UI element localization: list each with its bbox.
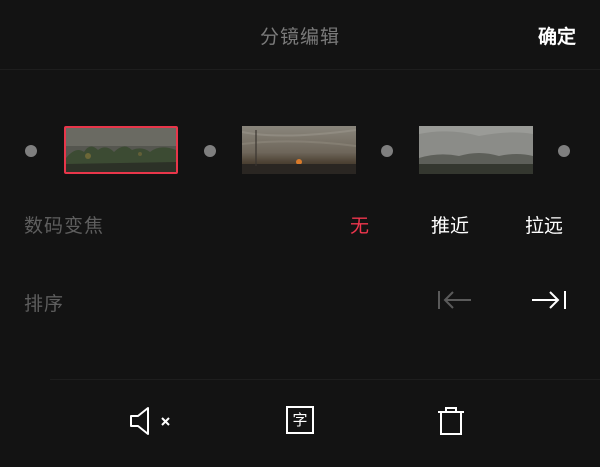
speaker-mute-icon[interactable] [128,406,174,440]
clip-strip [0,126,600,174]
insert-point-dot[interactable] [204,145,216,157]
clip-thumbnail-3[interactable] [419,126,533,174]
header-bar: 分镜编辑 确定 [0,0,600,70]
insert-point-dot[interactable] [25,145,37,157]
insert-point-dot[interactable] [381,145,393,157]
clip-thumbnail-1[interactable] [64,126,178,174]
text-caption-glyph: 字 [286,406,314,434]
move-to-start-icon[interactable] [437,288,473,316]
zoom-option-none[interactable]: 无 [350,211,369,238]
page-title: 分镜编辑 [259,26,340,48]
insert-point-dot[interactable] [558,145,570,157]
confirm-button[interactable]: 确定 [538,22,576,49]
zoom-label: 数码变焦 [24,215,105,237]
order-label: 排序 [24,293,65,315]
clip-3-image [419,126,533,174]
zoom-option-push-in[interactable]: 推近 [431,211,469,238]
trash-icon[interactable] [437,406,465,440]
clip-2-image [242,126,356,174]
toolbar-divider [50,379,600,380]
header-divider [0,69,600,70]
clip-thumbnail-2[interactable] [242,126,356,174]
text-caption-icon[interactable]: 字 [286,406,314,434]
zoom-option-pull-out[interactable]: 拉远 [525,211,563,238]
clip-1-image [66,128,176,172]
move-to-end-icon[interactable] [530,288,568,316]
